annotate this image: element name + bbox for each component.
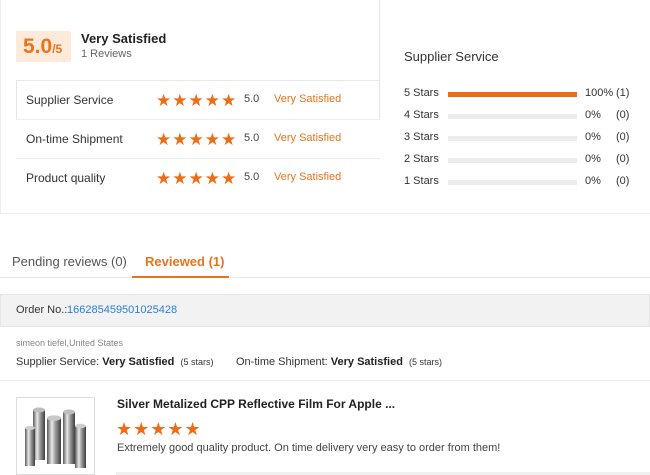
product-title-link[interactable]: Silver Metalized CPP Reflective Film For… bbox=[117, 397, 395, 411]
product-thumbnail[interactable] bbox=[16, 397, 95, 475]
supplier-service-stars: (5 stars) bbox=[180, 357, 214, 367]
star-breakdown-count: (0) bbox=[616, 153, 630, 165]
rating-label: Product quality bbox=[26, 171, 106, 185]
star-breakdown-percent: 0% bbox=[585, 131, 601, 143]
film-rolls-image bbox=[25, 407, 86, 468]
star-breakdown-track bbox=[448, 114, 577, 119]
rating-text: Very Satisfied bbox=[274, 132, 342, 144]
star-breakdown-label: 4 Stars bbox=[404, 109, 439, 121]
star-breakdown-track bbox=[448, 136, 577, 141]
overall-score-max: /5 bbox=[52, 42, 63, 56]
overall-score-badge: 5.0/5 bbox=[16, 31, 71, 62]
shipment-summary: On-time Shipment: Very Satisfied (5 star… bbox=[236, 356, 442, 368]
star-breakdown-row: 2 Stars 0% (0) bbox=[404, 153, 644, 167]
star-breakdown-fill bbox=[448, 92, 577, 97]
shipment-label: On-time Shipment: bbox=[236, 356, 328, 368]
star-breakdown-track bbox=[448, 92, 577, 97]
supplier-service-label: Supplier Service: bbox=[16, 356, 100, 368]
rating-stars: ★★★★★ bbox=[156, 169, 238, 188]
supplier-service-value: Very Satisfied bbox=[102, 356, 175, 368]
star-breakdown-label: 1 Stars bbox=[404, 175, 439, 187]
order-number-label: Order No.: bbox=[16, 304, 68, 316]
star-breakdown-row: 4 Stars 0% (0) bbox=[404, 109, 644, 123]
supplier-service-title: Supplier Service bbox=[404, 49, 499, 64]
rating-row-supplier-service: Supplier Service ★★★★★ 5.0 Very Satisfie… bbox=[16, 80, 380, 120]
active-tab-indicator bbox=[132, 276, 229, 278]
star-breakdown-row: 3 Stars 0% (0) bbox=[404, 131, 644, 145]
star-breakdown-count: (0) bbox=[616, 109, 630, 121]
rating-stars: ★★★★★ bbox=[156, 91, 238, 110]
rating-value: 5.0 bbox=[244, 132, 260, 144]
reviews-count: 1 Reviews bbox=[81, 48, 132, 60]
overall-satisfaction: Very Satisfied bbox=[81, 31, 167, 46]
rating-text: Very Satisfied bbox=[274, 93, 342, 105]
rating-text: Very Satisfied bbox=[274, 171, 342, 183]
star-breakdown-percent: 0% bbox=[585, 109, 601, 121]
rating-row-product-quality: Product quality ★★★★★ 5.0 Very Satisfied bbox=[16, 158, 380, 198]
star-breakdown-count: (0) bbox=[616, 175, 630, 187]
rating-stars: ★★★★★ bbox=[156, 130, 238, 149]
item-divider bbox=[0, 380, 650, 381]
tab-reviewed[interactable]: Reviewed (1) bbox=[145, 254, 224, 269]
star-breakdown-label: 5 Stars bbox=[404, 87, 439, 99]
order-number-link[interactable]: 166285459501025428 bbox=[67, 304, 177, 316]
star-breakdown-count: (0) bbox=[616, 131, 630, 143]
supplier-service-summary: Supplier Service: Very Satisfied (5 star… bbox=[16, 356, 214, 368]
star-breakdown-row: 1 Stars 0% (0) bbox=[404, 175, 644, 189]
rating-row-on-time-shipment: On-time Shipment ★★★★★ 5.0 Very Satisfie… bbox=[16, 119, 380, 159]
star-breakdown-percent: 100% bbox=[585, 87, 614, 99]
star-breakdown-track bbox=[448, 180, 577, 185]
tab-pending-reviews[interactable]: Pending reviews (0) bbox=[12, 254, 127, 269]
overall-score: 5.0 bbox=[23, 35, 53, 58]
star-breakdown-label: 2 Stars bbox=[404, 153, 439, 165]
product-rating-stars: ★★★★★ bbox=[116, 419, 202, 439]
shipment-value: Very Satisfied bbox=[330, 356, 403, 368]
summary-divider bbox=[379, 0, 380, 80]
rating-value: 5.0 bbox=[244, 171, 260, 183]
rating-value: 5.0 bbox=[244, 93, 260, 105]
star-breakdown-percent: 0% bbox=[585, 175, 601, 187]
rating-label: Supplier Service bbox=[26, 93, 114, 107]
tabs-divider bbox=[0, 277, 650, 278]
star-breakdown-row: 5 Stars 100% (1) bbox=[404, 87, 644, 101]
rating-label: On-time Shipment bbox=[26, 132, 123, 146]
reviewer-name: simeon tiefel,United States bbox=[16, 338, 124, 348]
shipment-stars: (5 stars) bbox=[409, 357, 443, 367]
star-breakdown-label: 3 Stars bbox=[404, 131, 439, 143]
product-review-text: Extremely good quality product. On time … bbox=[117, 442, 501, 454]
star-breakdown-count: (1) bbox=[616, 87, 630, 99]
star-breakdown-track bbox=[448, 158, 577, 163]
star-breakdown-percent: 0% bbox=[585, 153, 601, 165]
